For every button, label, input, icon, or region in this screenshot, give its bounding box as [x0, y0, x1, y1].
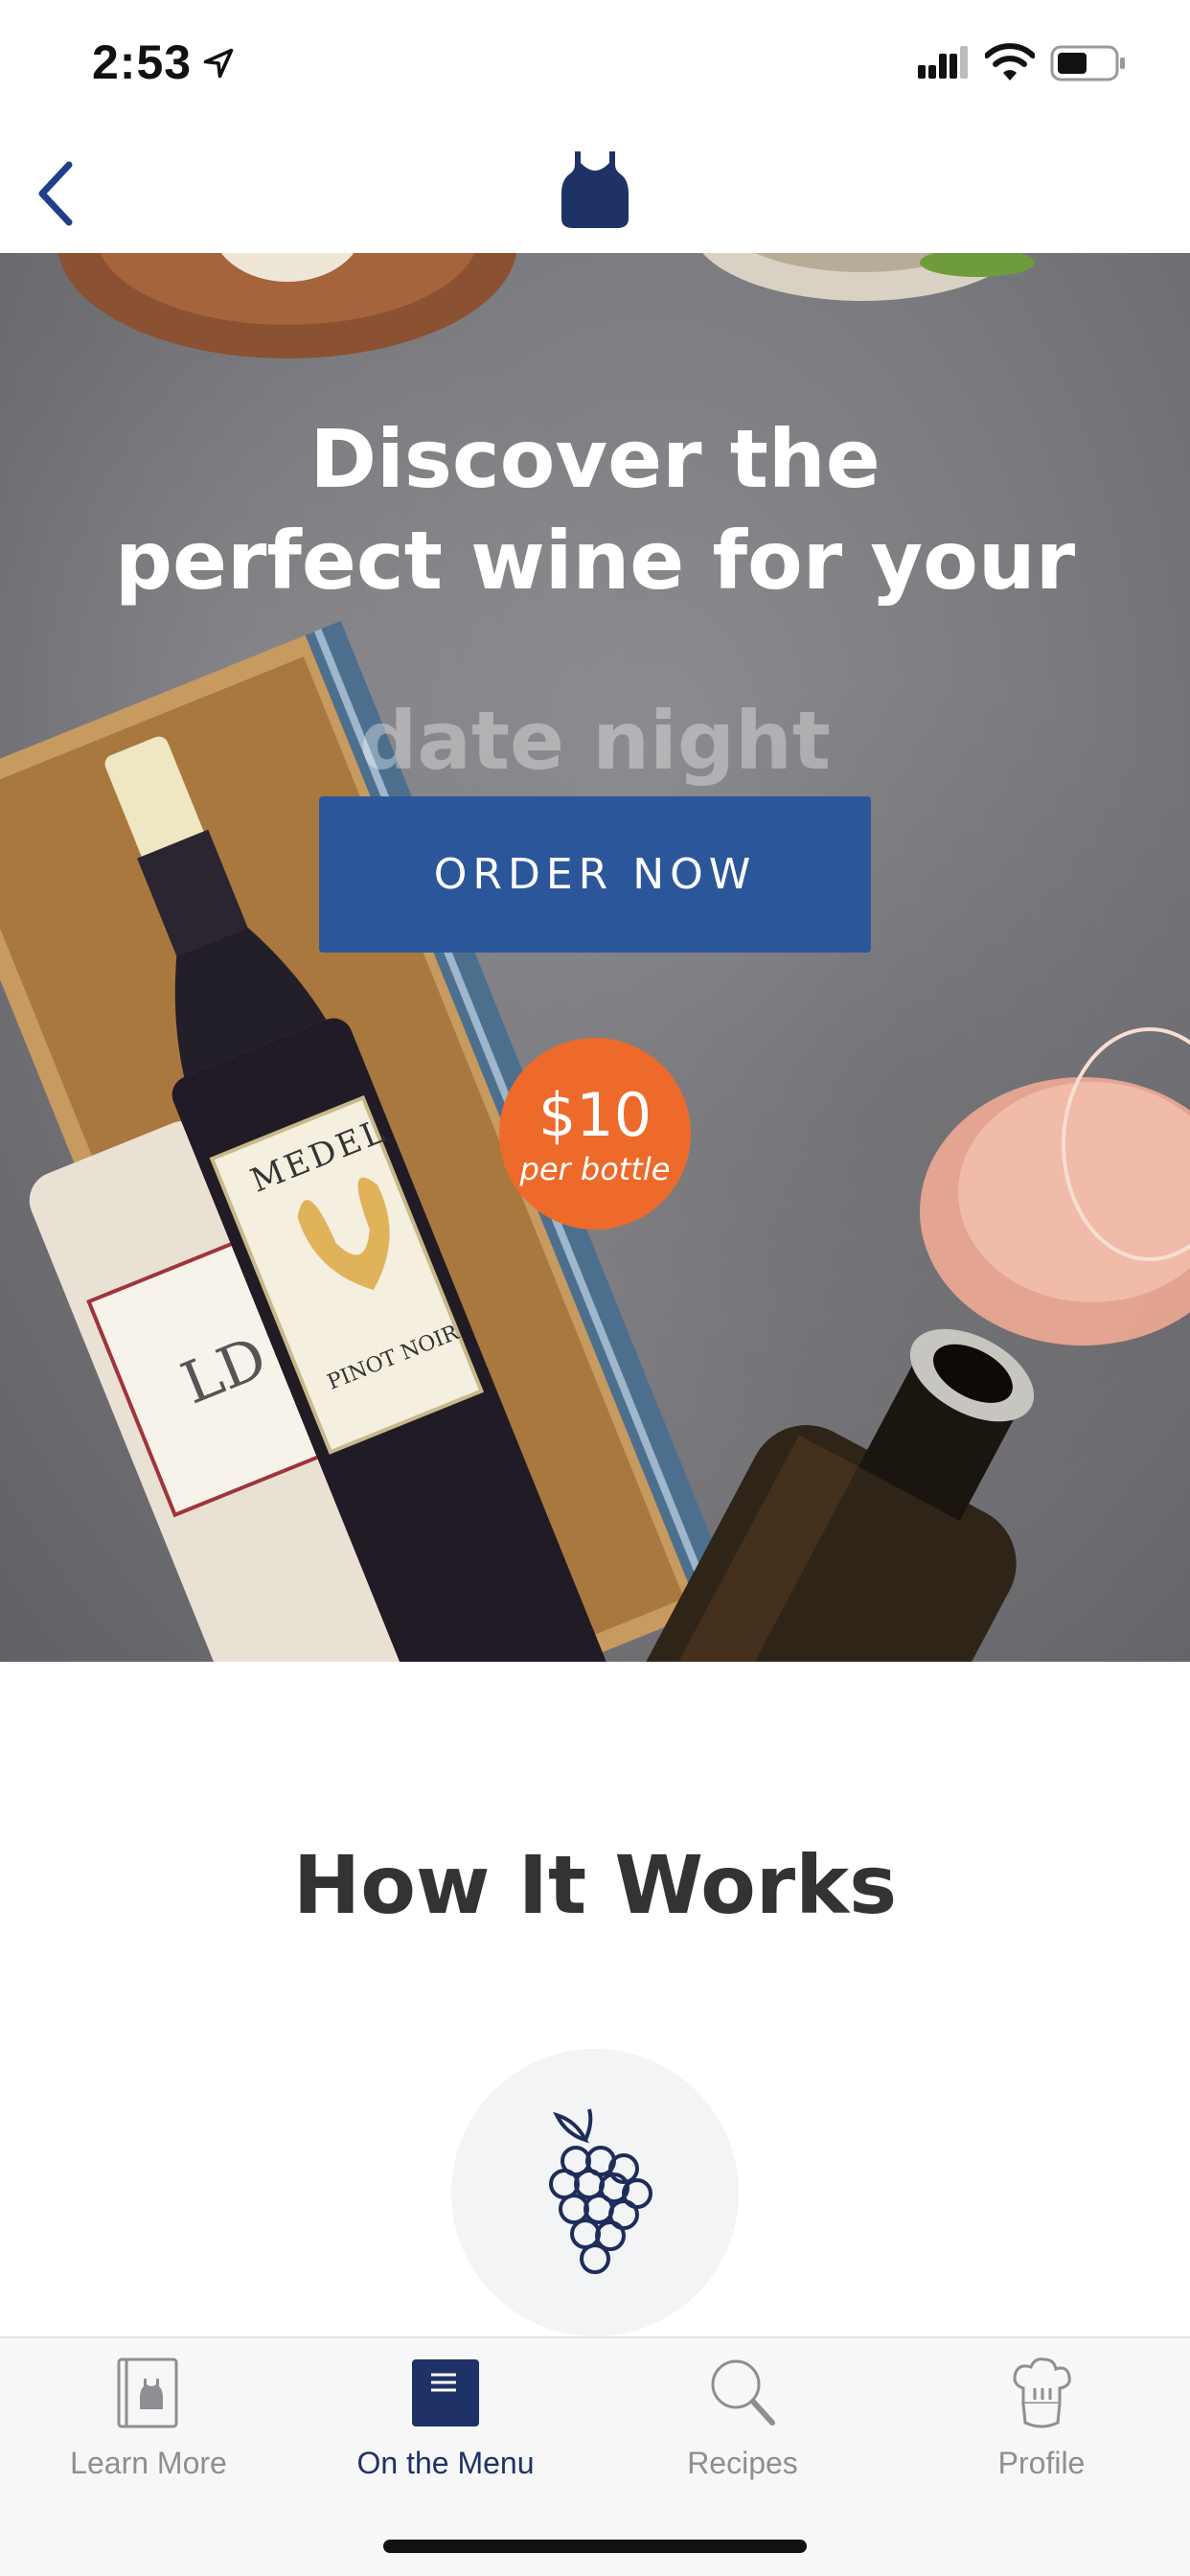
cookbook-icon [117, 2358, 178, 2428]
back-chevron-icon[interactable] [23, 155, 100, 232]
order-now-button[interactable]: ORDER NOW [319, 796, 871, 953]
menu-icon [412, 2359, 479, 2426]
tab-label: Recipes [687, 2446, 798, 2480]
price-unit: per bottle [519, 1151, 671, 1187]
price-badge: $10 per bottle [499, 1038, 691, 1230]
grape-step-badge [451, 2049, 739, 2336]
battery-icon [1050, 45, 1125, 81]
tab-profile[interactable]: Profile [893, 2338, 1190, 2530]
search-icon [711, 2359, 775, 2426]
how-it-works-title: How It Works [292, 1838, 898, 1932]
apron-logo-icon[interactable] [556, 146, 634, 234]
status-bar: 2:53 [0, 0, 1190, 134]
tab-on-the-menu[interactable]: On the Menu [297, 2338, 594, 2530]
home-indicator[interactable] [383, 2540, 807, 2553]
cellular-signal-icon [918, 46, 968, 79]
nav-header [0, 134, 1190, 253]
tab-recipes[interactable]: Recipes [594, 2338, 891, 2530]
tab-label: Profile [997, 2446, 1086, 2480]
price-amount: $10 [538, 1080, 652, 1150]
grapes-icon [549, 2108, 652, 2274]
hero-title-line-1: Discover the [309, 412, 881, 506]
hero-rotating-occasion: date night [359, 694, 831, 788]
hero-banner: LD MEDEL PINOT NOIR Discover the perfect… [0, 253, 1190, 1662]
status-time: 2:53 [92, 35, 193, 89]
location-arrow-icon [203, 48, 234, 79]
tab-label: Learn More [70, 2446, 227, 2480]
tab-learn-more[interactable]: Learn More [0, 2338, 297, 2530]
wifi-icon [985, 43, 1035, 80]
chef-hat-icon [1013, 2358, 1071, 2428]
hero-title-line-2: perfect wine for your [114, 514, 1076, 608]
tab-label: On the Menu [356, 2446, 535, 2480]
